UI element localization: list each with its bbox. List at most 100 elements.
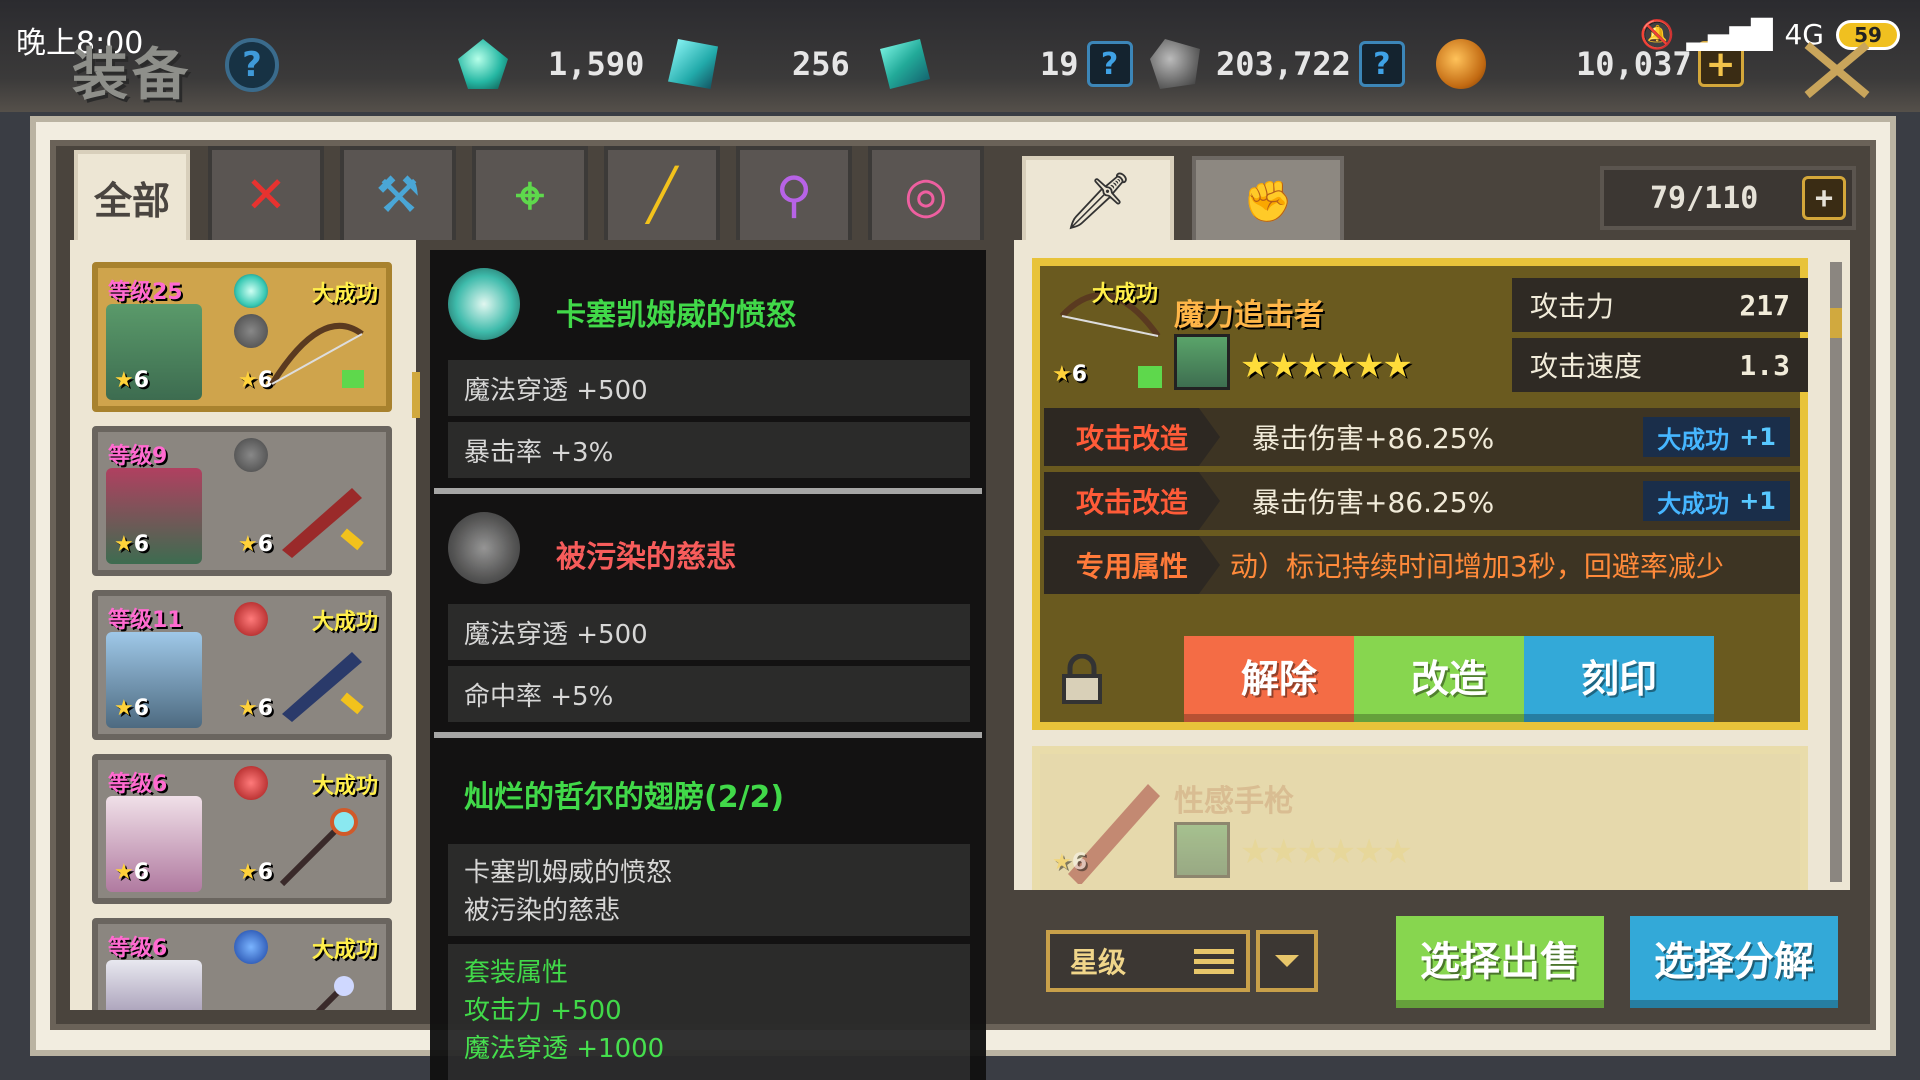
select-sell-button[interactable]: 选择出售 [1396, 916, 1604, 1008]
release-button[interactable]: 解除 [1184, 636, 1374, 722]
owner-portrait [1174, 822, 1230, 878]
capacity-value: 79/110 [1650, 180, 1759, 216]
gem-stat: 魔法穿透 +500 [448, 360, 970, 416]
staff-icon [315, 976, 354, 1010]
gem-name: 卡塞凯姆威的愤怒 [556, 298, 796, 333]
stone-ore-icon [1150, 39, 1200, 89]
owner-portrait [1174, 334, 1230, 390]
list-item[interactable]: 等级11 ★6 ★6 大成功 [92, 590, 392, 740]
hero-level: 等级6 [108, 772, 168, 797]
mod-badge: 大成功 +1 [1643, 481, 1790, 521]
mod-tag: 专用属性 [1044, 536, 1220, 594]
gem-stat: 暴击率 +3% [448, 422, 970, 478]
list-item[interactable]: 等级25 ★6 ★6 大成功 [92, 262, 392, 412]
cyan-crystal-icon [668, 39, 718, 89]
sword-icon: ✕ [245, 166, 287, 224]
set-member: 被污染的慈悲 [464, 896, 621, 926]
sort-label: 星级 [1070, 946, 1127, 979]
great-success-label: 大成功 [311, 282, 378, 307]
tab-accessory[interactable]: ◎ [868, 146, 984, 240]
currency-value: 203,722 [1216, 45, 1351, 83]
gem-slot-icon [234, 274, 268, 308]
gem-name: 被污染的慈悲 [556, 540, 736, 575]
equipped-item-card[interactable]: 大成功 ★6 魔力追击者 ★★★★★★ 攻击力 217 攻击速度 1.3 攻击改… [1032, 258, 1808, 730]
mod-tag: 攻击改造 [1044, 408, 1220, 466]
close-icon[interactable] [1798, 40, 1868, 100]
modify-button[interactable]: 改造 [1354, 636, 1544, 722]
page-title: 装备 [72, 43, 192, 108]
stat-value: 217 [1739, 288, 1790, 322]
sort-dropdown-button[interactable] [1256, 930, 1318, 992]
item-star-rank: ★6 [1052, 362, 1088, 387]
list-scrollbar[interactable] [412, 372, 420, 418]
top-bar: 晚上8:00 装备 ? 1,590 256 19 ? 203,722 ? 10,… [0, 0, 1920, 112]
list-sort-icon [1194, 948, 1234, 974]
engrave-button[interactable]: 刻印 [1524, 636, 1714, 722]
staff-icon [279, 808, 358, 886]
item-rating: ★★★★★★ [1240, 832, 1413, 872]
bow-icon: ⌖ [515, 165, 545, 224]
tab-staff[interactable]: ⚲ [736, 146, 852, 240]
list-item[interactable]: 等级6 ★6 ★6 大成功 [92, 754, 392, 904]
modification-row: 攻击改造 暴击伤害+86.25% 大成功 +1 [1044, 472, 1800, 530]
tab-hammer[interactable]: ⚒ [340, 146, 456, 240]
list-item[interactable]: 等级6 大成功 [92, 918, 392, 1010]
mod-text: 动）标记持续时间增加3秒，回避率减少 [1230, 550, 1724, 583]
tab-equipped[interactable]: 🗡 [1022, 156, 1174, 242]
inventory-capacity: 79/110 + [1600, 166, 1856, 230]
hero-level: 等级9 [108, 444, 168, 469]
lock-icon[interactable] [1060, 654, 1104, 704]
hero-portrait [106, 960, 202, 1010]
gem-slot-icon [234, 602, 268, 636]
currency-value: 256 [792, 45, 850, 83]
divider [434, 488, 982, 494]
mute-icon: 🔕 [1639, 18, 1675, 51]
mod-badge: 大成功 +1 [1643, 417, 1790, 457]
hero-level: 等级25 [108, 280, 183, 305]
mod-text: 暴击伤害+86.25% [1252, 486, 1495, 519]
tab-all-label: 全部 [93, 178, 170, 223]
badge-label: 大成功 [1657, 425, 1730, 454]
item-star-rank: ★6 [1052, 850, 1088, 875]
help-button[interactable]: ? [225, 38, 279, 92]
equipment-item-card[interactable]: ★6 性感手枪 ★★★★★★ [1032, 746, 1808, 890]
expand-inventory-button[interactable]: + [1802, 176, 1846, 220]
stat-value: 1.3 [1739, 348, 1790, 382]
badge-label: 大成功 [1657, 489, 1730, 518]
set-name: 灿烂的哲尔的翅膀(2/2) [464, 780, 785, 815]
badge-value: +1 [1739, 487, 1776, 515]
gem-tooltip: 卡塞凯姆威的愤怒 魔法穿透 +500 暴击率 +3% 被污染的慈悲 魔法穿透 +… [430, 250, 986, 1080]
currency-stone: 203,722 ? [1150, 36, 1405, 92]
set-bonus-stat: 攻击力 +500 [464, 996, 622, 1026]
gem-stat: 魔法穿透 +500 [448, 604, 970, 660]
tab-bow[interactable]: ⌖ [472, 146, 588, 240]
signal-icon: ▂▄▆█ [1686, 18, 1773, 51]
gem-icon [448, 512, 520, 584]
select-dismantle-button[interactable]: 选择分解 [1630, 916, 1838, 1008]
help-icon[interactable]: ? [1086, 41, 1133, 87]
equipment-scrollbar[interactable] [1830, 262, 1842, 882]
mod-text: 暴击伤害+86.25% [1252, 422, 1495, 455]
currency-value: 19 [1040, 45, 1079, 83]
hero-star-rank: ★6 [114, 368, 150, 393]
currency-cyan-value: 256 [792, 36, 850, 92]
stat-attack: 攻击力 217 [1512, 278, 1808, 332]
tab-unequipped[interactable]: ✊ [1192, 156, 1344, 242]
sort-selector[interactable]: 星级 [1046, 930, 1250, 992]
tab-gun[interactable]: ╱ [604, 146, 720, 240]
help-icon[interactable]: ? [1358, 41, 1405, 87]
blue-crystal-icon [880, 39, 930, 89]
tab-sword[interactable]: ✕ [208, 146, 324, 240]
stat-attack-speed: 攻击速度 1.3 [1512, 338, 1808, 392]
great-success-label: 大成功 [1092, 282, 1159, 307]
mod-tag: 攻击改造 [1044, 472, 1220, 530]
item-name: 性感手枪 [1174, 784, 1294, 819]
tab-all[interactable]: 全部 [74, 150, 190, 240]
stat-label: 攻击力 [1530, 290, 1615, 323]
gun-icon [282, 488, 364, 558]
set-bonus-title: 套装属性 [464, 958, 569, 988]
list-item[interactable]: 等级9 ★6 ★6 [92, 426, 392, 576]
set-member: 卡塞凯姆威的愤怒 [464, 858, 673, 888]
currency-cyan-crystal [668, 36, 718, 92]
hero-star-rank: ★6 [114, 860, 150, 885]
